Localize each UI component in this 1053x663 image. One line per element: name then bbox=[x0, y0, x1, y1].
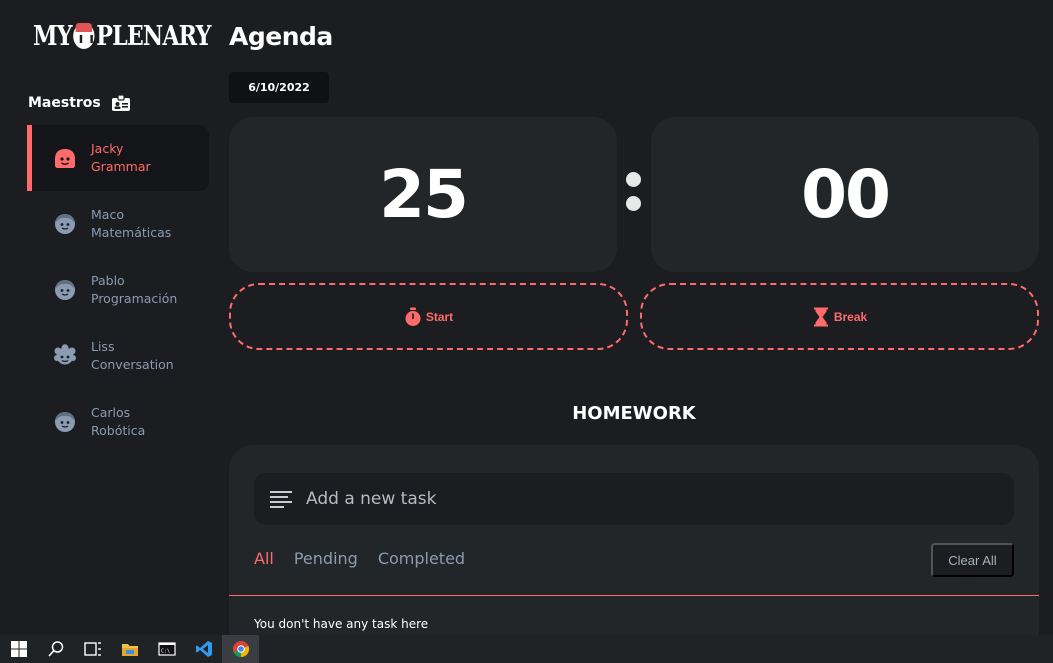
teachers-section-title: Maestros bbox=[28, 92, 131, 114]
id-badge-icon bbox=[111, 94, 130, 111]
avatar-curly-icon bbox=[54, 344, 76, 365]
filter-pending[interactable]: Pending bbox=[294, 549, 358, 568]
teacher-item-liss[interactable]: Liss Conversation bbox=[27, 323, 209, 389]
filter-completed[interactable]: Completed bbox=[378, 549, 465, 568]
start-label: Start bbox=[425, 309, 454, 324]
avatar-icon bbox=[55, 280, 75, 300]
taskbar-terminal[interactable]: C:\ bbox=[148, 635, 185, 663]
timer-minutes: 25 bbox=[229, 117, 617, 272]
taskbar-vscode[interactable] bbox=[185, 635, 222, 663]
divider bbox=[229, 595, 1039, 596]
new-task-input[interactable] bbox=[306, 489, 956, 509]
section-title-label: Maestros bbox=[28, 95, 101, 111]
avatar-icon bbox=[55, 214, 75, 234]
teacher-name: Maco Matemáticas bbox=[91, 206, 171, 242]
clear-all-button[interactable]: Clear All bbox=[931, 543, 1014, 577]
logo-text-right: PLENARY bbox=[96, 20, 211, 52]
logo-mark-icon bbox=[73, 23, 95, 49]
app-window: MY PLENARY Maestros Jacky Grammar Maco M… bbox=[0, 0, 1053, 645]
windows-start-icon bbox=[10, 641, 27, 657]
search-icon bbox=[47, 641, 63, 657]
timer-colon-dot bbox=[626, 196, 641, 211]
taskbar-file-explorer[interactable] bbox=[111, 635, 148, 663]
teacher-item-pablo[interactable]: Pablo Programación bbox=[27, 257, 209, 323]
teacher-item-jacky[interactable]: Jacky Grammar bbox=[27, 125, 209, 191]
teacher-subject: Conversation bbox=[91, 357, 174, 372]
logo: MY PLENARY bbox=[33, 18, 211, 54]
teacher-first-name: Jacky bbox=[91, 141, 124, 156]
teacher-name: Liss Conversation bbox=[91, 338, 174, 374]
stopwatch-icon bbox=[405, 307, 421, 326]
teacher-item-maco[interactable]: Maco Matemáticas bbox=[27, 191, 209, 257]
terminal-icon: C:\ bbox=[157, 642, 176, 656]
timer-seconds: 00 bbox=[651, 117, 1039, 272]
taskbar-task-view[interactable] bbox=[74, 635, 111, 663]
teacher-subject: Grammar bbox=[91, 159, 151, 174]
vscode-icon bbox=[195, 641, 212, 657]
timer-colon-dot bbox=[626, 172, 641, 187]
windows-start-button[interactable] bbox=[0, 635, 37, 663]
task-view-icon bbox=[83, 642, 101, 656]
logo-text-left: MY bbox=[33, 20, 73, 52]
chrome-icon bbox=[232, 641, 249, 658]
avatar-icon bbox=[55, 412, 75, 432]
teacher-first-name: Maco bbox=[91, 207, 124, 222]
sidebar: MY PLENARY Maestros Jacky Grammar Maco M… bbox=[0, 0, 215, 635]
file-explorer-icon bbox=[121, 644, 138, 656]
break-label: Break bbox=[833, 309, 868, 324]
task-filters: All Pending Completed bbox=[254, 549, 465, 568]
homework-title: HOMEWORK bbox=[572, 403, 696, 424]
filter-all[interactable]: All bbox=[254, 549, 274, 568]
teacher-first-name: Carlos bbox=[91, 405, 131, 420]
text-lines-icon bbox=[270, 491, 292, 508]
os-taskbar: C:\ bbox=[0, 635, 1053, 663]
teacher-name: Jacky Grammar bbox=[91, 140, 151, 176]
homework-card: All Pending Completed Clear All You don'… bbox=[229, 445, 1039, 645]
svg-text:C:\: C:\ bbox=[161, 649, 170, 655]
date-chip: 6/10/2022 bbox=[229, 72, 329, 103]
start-button[interactable]: Start bbox=[229, 283, 628, 350]
teacher-subject: Programación bbox=[91, 291, 178, 306]
teacher-first-name: Pablo bbox=[91, 273, 125, 288]
hourglass-icon bbox=[813, 307, 828, 326]
avatar-icon bbox=[55, 149, 75, 168]
teacher-item-carlos[interactable]: Carlos Robótica bbox=[27, 389, 209, 455]
task-input-wrapper bbox=[254, 473, 1014, 525]
break-button[interactable]: Break bbox=[640, 283, 1039, 350]
teacher-subject: Matemáticas bbox=[91, 225, 172, 240]
teacher-name: Carlos Robótica bbox=[91, 404, 145, 440]
teacher-first-name: Liss bbox=[91, 339, 115, 354]
page-title: Agenda bbox=[229, 22, 333, 51]
teacher-name: Pablo Programación bbox=[91, 272, 177, 308]
teacher-subject: Robótica bbox=[91, 423, 146, 438]
empty-task-message: You don't have any task here bbox=[254, 617, 429, 631]
teachers-list: Jacky Grammar Maco Matemáticas Pablo Pro… bbox=[27, 125, 209, 455]
taskbar-chrome[interactable] bbox=[222, 635, 259, 663]
taskbar-search[interactable] bbox=[37, 635, 74, 663]
